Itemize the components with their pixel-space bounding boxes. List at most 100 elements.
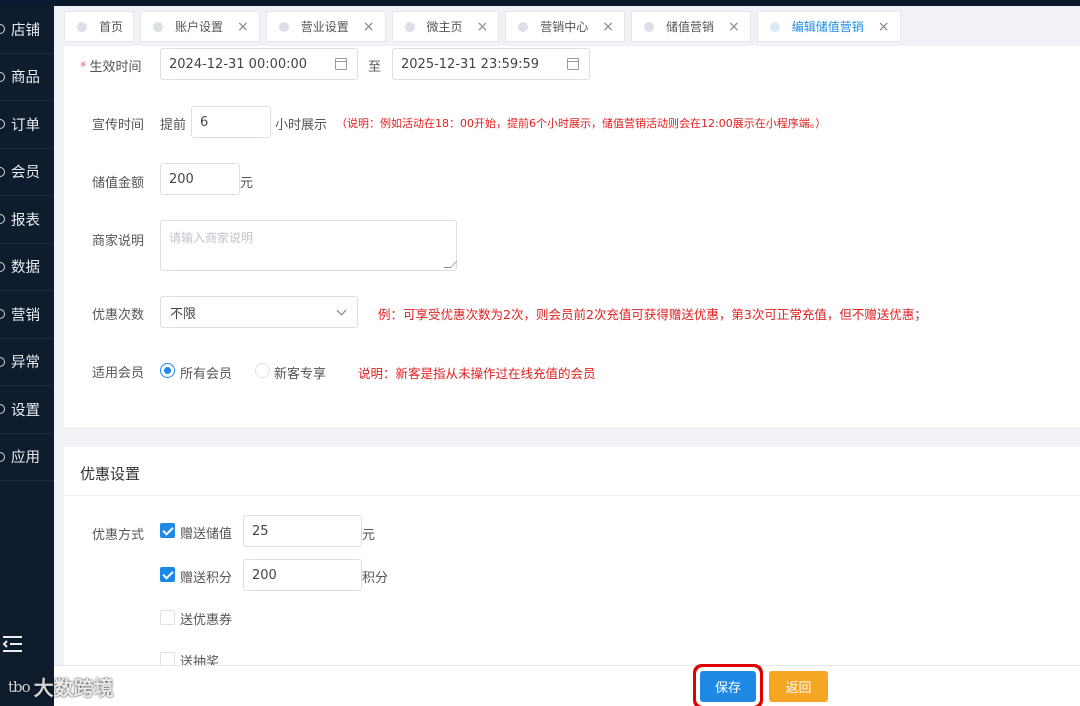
amount-label: 储值金额	[92, 176, 145, 191]
divider	[64, 495, 1080, 496]
circle-icon	[0, 24, 5, 35]
tab-micro-homepage[interactable]: 微主页 ×	[391, 11, 500, 42]
section-title: 优惠设置	[80, 465, 141, 483]
range-separator: 至	[368, 60, 382, 75]
sidebar-item-label: 设置	[11, 402, 40, 419]
tab-stored-value-marketing[interactable]: 储值营销 ×	[631, 11, 751, 42]
promo-suffix: 小时展示	[275, 118, 328, 133]
sidebar-item-members[interactable]: 会员	[0, 149, 54, 196]
watermark-text: 大数跨境	[33, 676, 114, 700]
circle-icon	[0, 261, 5, 272]
circle-icon	[644, 21, 655, 32]
close-icon[interactable]: ×	[602, 19, 614, 35]
circle-icon	[0, 166, 5, 177]
gift-points-input[interactable]: 200	[243, 559, 362, 591]
close-icon[interactable]: ×	[878, 19, 890, 35]
discount-settings-card: 优惠设置 优惠方式 赠送储值 25 元 赠送积分 200 积分 送优惠券 送抽奖	[64, 447, 1080, 665]
radio-all-members-label[interactable]: 所有会员	[180, 363, 232, 382]
gift-points-checkbox[interactable]	[160, 567, 175, 582]
tab-label: 编辑储值营销	[791, 20, 864, 34]
circle-icon	[0, 404, 5, 415]
sidebar-item-label: 异常	[11, 355, 40, 372]
circle-icon	[77, 21, 87, 32]
gift-balance-checkbox[interactable]	[160, 523, 175, 538]
close-icon[interactable]: ×	[237, 19, 249, 35]
sidebar-item-label: 店铺	[11, 22, 40, 39]
sidebar-item-label: 订单	[11, 117, 40, 134]
gift-points-label[interactable]: 赠送积分	[180, 567, 232, 586]
circle-icon	[0, 356, 5, 367]
circle-icon	[0, 309, 5, 320]
merchant-note-label: 商家说明	[92, 234, 145, 249]
sidebar: 店铺 商品 订单 会员 报表 数据 营销 异常 设置 应用	[0, 6, 54, 706]
circle-icon	[404, 21, 415, 32]
promo-hours-input[interactable]: 6	[191, 106, 271, 138]
tab-bar: 首页 账户设置 × 营业设置 × 微主页 × 营销中心 × 储值营销 × 编辑储值营销 ×	[64, 11, 907, 42]
tab-label: 营业设置	[300, 20, 349, 34]
gift-balance-unit: 元	[362, 528, 376, 543]
tab-label: 首页	[99, 20, 124, 34]
circle-icon	[0, 119, 5, 130]
circle-icon	[0, 71, 5, 82]
tab-account-settings[interactable]: 账户设置 ×	[140, 11, 260, 42]
close-icon[interactable]: ×	[728, 19, 740, 35]
radio-new-members-label[interactable]: 新客专享	[274, 363, 326, 382]
close-icon[interactable]: ×	[363, 19, 375, 35]
merchant-note-textarea[interactable]: 请输入商家说明	[160, 220, 458, 271]
tab-edit-stored-value-marketing[interactable]: 编辑储值营销 ×	[756, 11, 901, 42]
sidebar-item-label: 营销	[11, 307, 40, 324]
gift-balance-label[interactable]: 赠送储值	[180, 523, 232, 542]
amount-input[interactable]: 200	[160, 163, 240, 195]
tab-label: 微主页	[426, 20, 463, 34]
resize-handle-icon[interactable]	[443, 261, 458, 268]
sidebar-item-reports[interactable]: 报表	[0, 196, 54, 244]
sidebar-item-orders[interactable]: 订单	[0, 101, 54, 149]
tab-label: 营销中心	[540, 20, 589, 34]
sidebar-item-settings[interactable]: 设置	[0, 386, 54, 434]
circle-icon	[153, 21, 164, 32]
watermark: tbo 大数跨境	[8, 672, 114, 701]
required-mark: *	[80, 60, 87, 75]
members-label: 适用会员	[92, 366, 145, 381]
footer-bar: 保存 返回	[54, 665, 1080, 706]
gift-balance-input[interactable]: 25	[243, 515, 362, 547]
start-time-input[interactable]: 2024-12-31 00:00:00	[160, 48, 358, 80]
tab-home[interactable]: 首页	[64, 11, 135, 42]
circle-icon	[0, 451, 5, 462]
tab-marketing-center[interactable]: 营销中心 ×	[505, 11, 626, 42]
chevron-down-icon	[336, 305, 347, 316]
promo-note: （说明：例如活动在18：00开始，提前6个小时展示，储值营销活动则会在12:00…	[336, 117, 827, 130]
sidebar-item-exceptions[interactable]: 异常	[0, 339, 54, 386]
tab-business-settings[interactable]: 营业设置 ×	[265, 11, 386, 42]
calendar-icon	[335, 58, 347, 70]
sidebar-item-store[interactable]: 店铺	[0, 6, 54, 54]
radio-all-members[interactable]	[160, 363, 175, 378]
end-time-input[interactable]: 2025-12-31 23:59:59	[392, 48, 590, 80]
discount-count-select[interactable]: 不限	[160, 296, 358, 328]
watermark-logo: tbo	[8, 677, 31, 696]
circle-icon	[0, 214, 5, 225]
sidebar-item-label: 会员	[11, 165, 40, 182]
coupon-label[interactable]: 送优惠券	[180, 609, 232, 628]
sidebar-item-data[interactable]: 数据	[0, 244, 54, 291]
promo-prefix: 提前	[160, 118, 187, 133]
discount-method-label: 优惠方式	[92, 528, 145, 543]
sidebar-item-marketing[interactable]: 营销	[0, 291, 54, 339]
top-bar	[0, 0, 1080, 6]
basic-settings-card: * 生效时间 2024-12-31 00:00:00 至 2025-12-31 2…	[64, 46, 1080, 427]
save-button[interactable]: 保存	[700, 671, 756, 702]
tab-label: 储值营销	[666, 20, 715, 34]
coupon-checkbox[interactable]	[160, 610, 175, 625]
lottery-label[interactable]: 送抽奖	[180, 651, 219, 665]
circle-icon	[278, 21, 289, 32]
discount-count-label: 优惠次数	[92, 308, 145, 323]
lottery-checkbox[interactable]	[160, 652, 175, 665]
radio-new-members[interactable]	[255, 363, 270, 378]
members-note: 说明：新客是指从未操作过在线充值的会员	[358, 366, 596, 381]
sidebar-item-products[interactable]: 商品	[0, 54, 54, 101]
sidebar-item-apps[interactable]: 应用	[0, 434, 54, 481]
calendar-icon	[567, 58, 579, 70]
back-button[interactable]: 返回	[769, 671, 828, 702]
menu-collapse-icon[interactable]	[0, 634, 24, 654]
close-icon[interactable]: ×	[477, 19, 489, 35]
